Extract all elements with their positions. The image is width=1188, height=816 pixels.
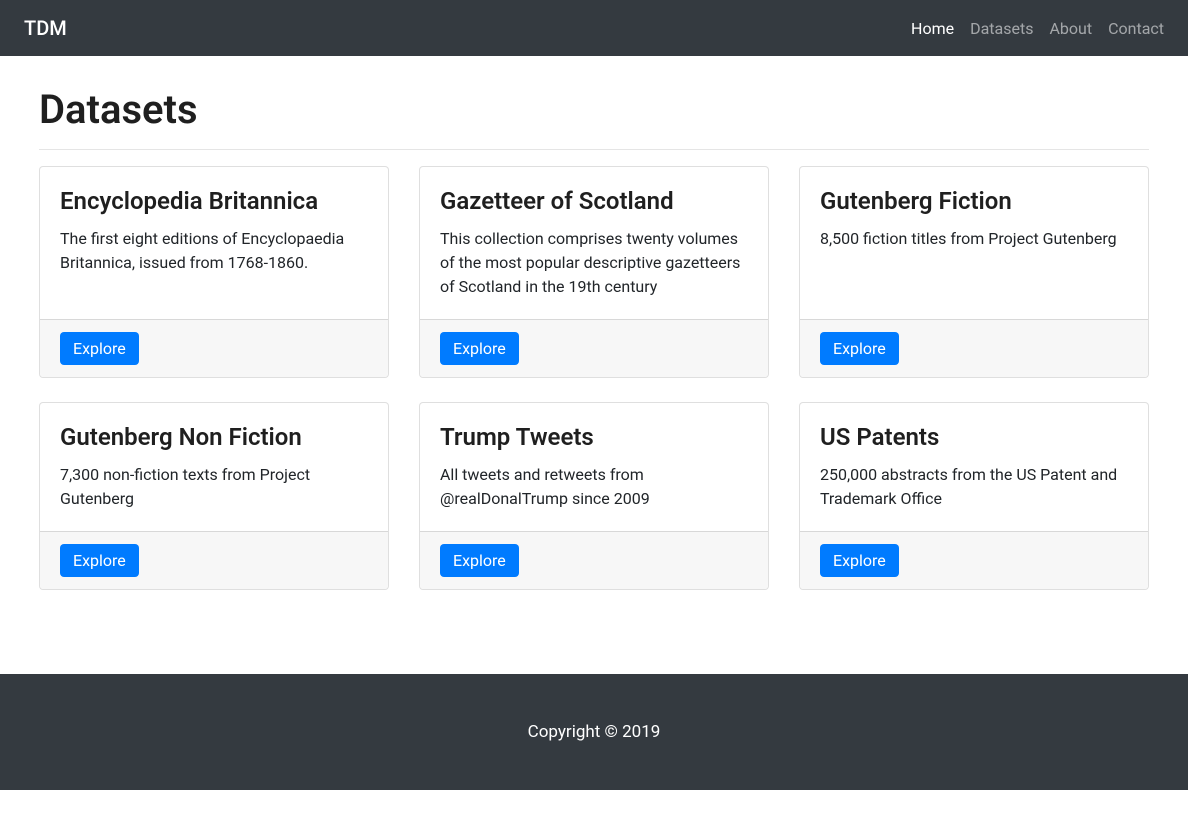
dataset-card: Trump Tweets All tweets and retweets fro… <box>419 402 769 590</box>
card-title: Encyclopedia Britannica <box>60 187 368 215</box>
card-footer: Explore <box>40 531 388 589</box>
card-text: 7,300 non-fiction texts from Project Gut… <box>60 463 368 511</box>
card-text: The first eight editions of Encyclopaedi… <box>60 227 368 275</box>
page-title: Datasets <box>39 86 1149 133</box>
dataset-card: Gazetteer of Scotland This collection co… <box>419 166 769 378</box>
nav-links: Home Datasets About Contact <box>911 19 1164 38</box>
nav-home[interactable]: Home <box>911 11 954 46</box>
explore-button[interactable]: Explore <box>440 544 519 577</box>
footer-text: Copyright © 2019 <box>0 722 1188 742</box>
card-body: Trump Tweets All tweets and retweets fro… <box>420 403 768 531</box>
card-row-1: Encyclopedia Britannica The first eight … <box>24 166 1164 614</box>
card-footer: Explore <box>800 531 1148 589</box>
nav-contact[interactable]: Contact <box>1108 11 1164 46</box>
card-text: 8,500 fiction titles from Project Gutenb… <box>820 227 1128 251</box>
dataset-card: Gutenberg Non Fiction 7,300 non-fiction … <box>39 402 389 590</box>
card-footer: Explore <box>800 319 1148 377</box>
card-footer: Explore <box>420 319 768 377</box>
explore-button[interactable]: Explore <box>440 332 519 365</box>
dataset-card: US Patents 250,000 abstracts from the US… <box>799 402 1149 590</box>
navbar: TDM Home Datasets About Contact <box>0 0 1188 56</box>
card-footer: Explore <box>420 531 768 589</box>
divider <box>39 149 1149 150</box>
explore-button[interactable]: Explore <box>820 544 899 577</box>
explore-button[interactable]: Explore <box>60 332 139 365</box>
card-body: Encyclopedia Britannica The first eight … <box>40 167 388 319</box>
card-body: Gutenberg Non Fiction 7,300 non-fiction … <box>40 403 388 531</box>
card-title: Gutenberg Non Fiction <box>60 423 368 451</box>
card-title: Trump Tweets <box>440 423 748 451</box>
explore-button[interactable]: Explore <box>60 544 139 577</box>
card-body: US Patents 250,000 abstracts from the US… <box>800 403 1148 531</box>
card-text: All tweets and retweets from @realDonalT… <box>440 463 748 511</box>
card-footer: Explore <box>40 319 388 377</box>
card-title: Gutenberg Fiction <box>820 187 1128 215</box>
card-text: This collection comprises twenty volumes… <box>440 227 748 299</box>
nav-datasets[interactable]: Datasets <box>970 11 1033 46</box>
dataset-card: Encyclopedia Britannica The first eight … <box>39 166 389 378</box>
site-footer: Copyright © 2019 <box>0 674 1188 790</box>
navbar-inner: TDM Home Datasets About Contact <box>24 16 1164 40</box>
card-body: Gazetteer of Scotland This collection co… <box>420 167 768 319</box>
main-container: Datasets Encyclopedia Britannica The fir… <box>24 86 1164 614</box>
dataset-card: Gutenberg Fiction 8,500 fiction titles f… <box>799 166 1149 378</box>
nav-about[interactable]: About <box>1049 11 1092 46</box>
card-title: Gazetteer of Scotland <box>440 187 748 215</box>
brand-link[interactable]: TDM <box>24 16 67 40</box>
card-title: US Patents <box>820 423 1128 451</box>
explore-button[interactable]: Explore <box>820 332 899 365</box>
card-body: Gutenberg Fiction 8,500 fiction titles f… <box>800 167 1148 319</box>
card-text: 250,000 abstracts from the US Patent and… <box>820 463 1128 511</box>
